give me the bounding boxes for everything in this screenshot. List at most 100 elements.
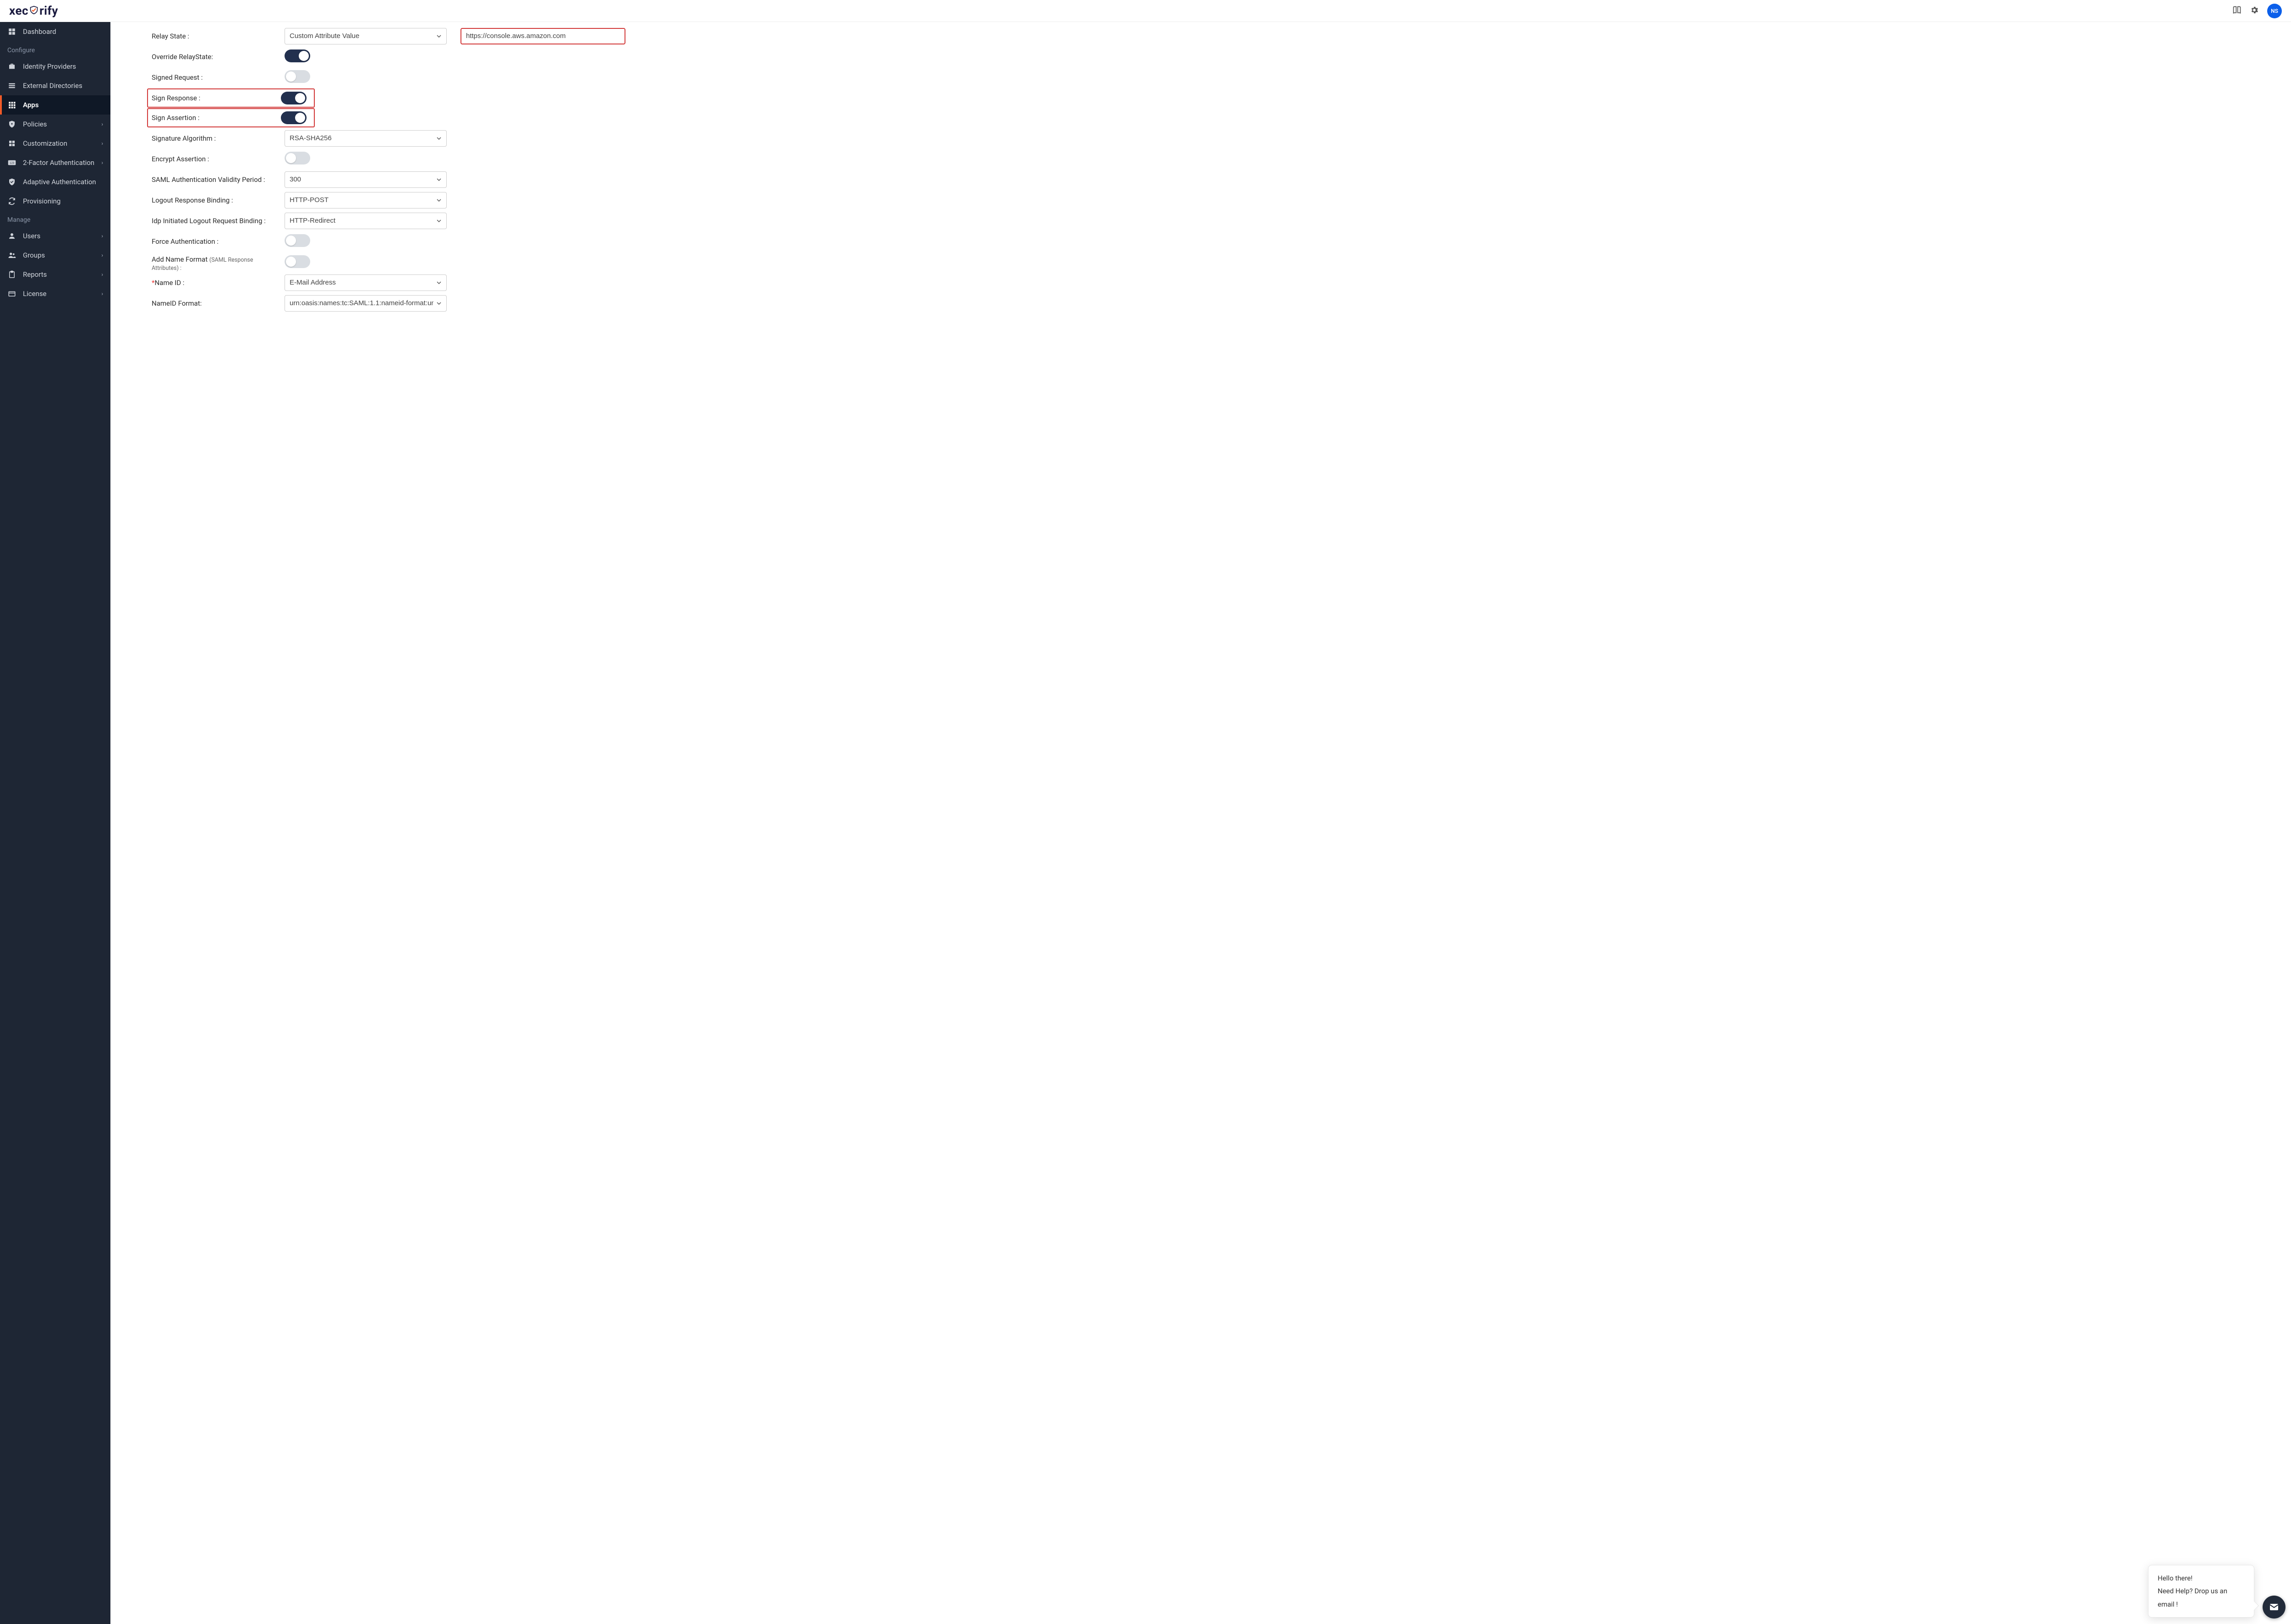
row-sign-assertion: Sign Assertion : [152,107,633,128]
logo-text-pre: xec [9,4,28,18]
row-force-auth: Force Authentication : [152,231,633,252]
name-id-select[interactable]: E-Mail Address [285,274,447,291]
override-relaystate-toggle[interactable] [285,49,310,62]
chat-popup: Hello there! Need Help? Drop us an email… [2148,1565,2254,1618]
row-logout-binding: Logout Response Binding : HTTP-POST [152,190,633,210]
top-header: xec rify NS [0,0,2291,22]
row-encrypt-assertion: Encrypt Assertion : [152,148,633,169]
row-add-name-format: Add Name Format (SAML Response Attribute… [152,252,633,272]
sidebar-item-apps[interactable]: Apps [0,95,110,115]
sidebar-item-label: Reports [23,270,47,279]
chevron-right-icon: › [101,159,103,166]
sidebar-section-manage: Manage [0,211,110,226]
avatar[interactable]: NS [2267,4,2282,18]
svg-text:123: 123 [10,162,15,165]
row-name-id: *Name ID : E-Mail Address [152,272,633,293]
sidebar-item-label: Customization [23,139,67,148]
sidebar-item-license[interactable]: License › [0,284,110,303]
sidebar-item-2fa[interactable]: 123 2-Factor Authentication › [0,153,110,172]
puzzle-icon [7,139,16,148]
force-auth-label: Force Authentication : [152,237,285,246]
logo-mark [28,4,39,18]
relay-state-url-input[interactable] [460,28,625,44]
group-icon [7,251,16,260]
sign-response-toggle[interactable] [281,92,307,104]
relay-state-label: Relay State : [152,32,285,40]
mail-icon [2269,1602,2280,1613]
saml-validity-select[interactable]: 300 [285,171,447,188]
signed-request-toggle[interactable] [285,70,310,83]
sidebar-item-customization[interactable]: Customization › [0,134,110,153]
header-actions: NS [2232,4,2282,18]
sidebar-item-label: 2-Factor Authentication [23,159,94,167]
sidebar-section-configure: Configure [0,41,110,57]
encrypt-assertion-label: Encrypt Assertion : [152,155,285,163]
row-signed-request: Signed Request : [152,67,633,88]
chat-line2: Need Help? Drop us an email ! [2158,1585,2245,1611]
row-nameid-format: NameID Format: urn:oasis:names:tc:SAML:1… [152,293,633,313]
chevron-right-icon: › [101,140,103,147]
sidebar-item-external-directories[interactable]: External Directories [0,76,110,95]
gear-icon[interactable] [2250,5,2259,16]
sidebar-item-groups[interactable]: Groups › [0,246,110,265]
sidebar-item-identity-providers[interactable]: Identity Providers [0,57,110,76]
idp-logout-select[interactable]: HTTP-Redirect [285,213,447,229]
sync-icon [7,197,16,206]
dashboard-icon [7,27,16,36]
chevron-right-icon: › [101,291,103,297]
add-name-format-toggle[interactable] [285,255,310,268]
sidebar-item-label: External Directories [23,82,82,90]
sidebar-item-label: Users [23,232,40,240]
main-content: Relay State : Custom Attribute Value Ove… [110,22,2291,1624]
add-name-format-label: Add Name Format (SAML Response Attribute… [152,255,285,272]
sidebar-item-label: Groups [23,251,45,259]
shield-icon [7,120,16,129]
row-sig-algo: Signature Algorithm : RSA-SHA256 [152,128,633,148]
override-relaystate-label: Override RelayState: [152,53,285,61]
sidebar-item-reports[interactable]: Reports › [0,265,110,284]
chevron-right-icon: › [101,271,103,278]
logout-binding-select[interactable]: HTTP-POST [285,192,447,208]
sidebar-item-label: License [23,290,47,298]
sidebar-item-users[interactable]: Users › [0,226,110,246]
force-auth-toggle[interactable] [285,234,310,247]
docs-icon[interactable] [2232,5,2242,16]
clipboard-icon [7,270,16,279]
sidebar-item-policies[interactable]: Policies › [0,115,110,134]
chat-button[interactable] [2263,1596,2286,1619]
saml-validity-label: SAML Authentication Validity Period : [152,176,285,184]
sidebar-item-adaptive-auth[interactable]: Adaptive Authentication [0,172,110,192]
row-override-relaystate: Override RelayState: [152,46,633,67]
sidebar-item-dashboard[interactable]: Dashboard [0,22,110,41]
sidebar: Dashboard Configure Identity Providers E… [0,22,110,1624]
shield-check-icon [7,177,16,187]
sign-assertion-toggle[interactable] [281,111,307,124]
row-saml-validity: SAML Authentication Validity Period : 30… [152,169,633,190]
sidebar-item-label: Apps [23,101,38,109]
encrypt-assertion-toggle[interactable] [285,152,310,165]
row-relay-state: Relay State : Custom Attribute Value [152,26,633,46]
chat-line1: Hello there! [2158,1572,2245,1585]
chevron-right-icon: › [101,252,103,258]
sig-algo-select[interactable]: RSA-SHA256 [285,130,447,147]
chevron-right-icon: › [101,233,103,239]
row-sign-response: Sign Response : [152,88,633,108]
nameid-format-label: NameID Format: [152,299,285,307]
apps-icon [7,100,16,110]
relay-state-select[interactable]: Custom Attribute Value [285,28,447,44]
logo: xec rify [9,4,58,18]
badge-icon: 123 [7,158,16,167]
briefcase-icon [7,62,16,71]
chevron-right-icon: › [101,121,103,127]
signed-request-label: Signed Request : [152,73,285,82]
avatar-initials: NS [2271,8,2278,14]
nameid-format-select[interactable]: urn:oasis:names:tc:SAML:1.1:nameid-forma… [285,295,447,312]
sign-response-label: Sign Response : [152,94,281,102]
sidebar-item-provisioning[interactable]: Provisioning [0,192,110,211]
list-icon [7,81,16,90]
sidebar-item-label: Policies [23,120,47,128]
user-icon [7,231,16,241]
sidebar-item-label: Dashboard [23,27,56,36]
logo-text-post: rify [39,4,58,18]
logout-binding-label: Logout Response Binding : [152,196,285,204]
